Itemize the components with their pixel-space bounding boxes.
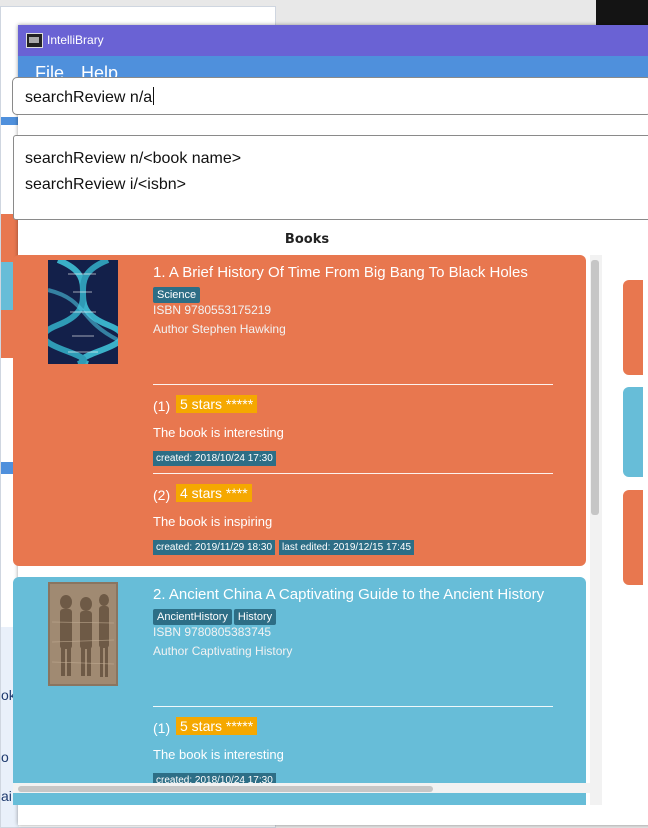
book-card[interactable]: 1. A Brief History Of Time From Big Bang… xyxy=(13,255,586,566)
book-cover-relief-image xyxy=(48,582,118,686)
review-dates: created: 2019/11/29 18:30 last edited: 20… xyxy=(153,537,418,555)
star-rating: 5 stars ***** xyxy=(176,717,258,735)
window-title: IntelliBrary xyxy=(47,33,104,47)
bg-stripe xyxy=(1,117,19,125)
book-card[interactable]: 2. Ancient China A Captivating Guide to … xyxy=(13,577,586,805)
review-index: (1) xyxy=(153,720,171,736)
side-card[interactable] xyxy=(623,387,643,477)
review-index: (2) xyxy=(153,487,171,503)
review-text: The book is inspiring xyxy=(153,514,273,529)
review-dates: created: 2018/10/24 17:30 xyxy=(153,448,280,466)
result-line: searchReview i/<isbn> xyxy=(25,176,186,193)
tag-list: Science xyxy=(153,285,202,303)
book-title: 1. A Brief History Of Time From Big Bang… xyxy=(153,264,528,281)
side-card[interactable] xyxy=(623,280,643,375)
review-separator xyxy=(153,384,553,385)
created-date: created: 2019/11/29 18:30 xyxy=(153,540,276,555)
tag: History xyxy=(233,609,277,625)
books-panel-label: Books xyxy=(284,232,330,247)
command-input[interactable]: searchReview n/a xyxy=(12,77,648,115)
book-isbn: ISBN 9780553175219 xyxy=(153,303,272,317)
text-caret xyxy=(153,87,155,105)
star-rating: 4 stars **** xyxy=(176,484,252,502)
tag: AncientHistory xyxy=(153,609,232,625)
review-separator xyxy=(153,473,553,474)
tag: Science xyxy=(153,287,201,303)
app-icon xyxy=(26,33,43,48)
result-line: searchReview n/<book name> xyxy=(25,150,242,167)
book-isbn: ISBN 9780805383745 xyxy=(153,625,272,639)
created-date: created: 2018/10/24 17:30 xyxy=(153,451,276,466)
vertical-scrollbar-thumb[interactable] xyxy=(591,260,599,515)
result-display: searchReview n/<book name> searchReview … xyxy=(13,135,648,220)
star-rating: 5 stars ***** xyxy=(176,395,258,413)
review-index: (1) xyxy=(153,398,171,414)
book-author: Author Stephen Hawking xyxy=(153,322,286,336)
horizontal-scrollbar-thumb[interactable] xyxy=(18,786,433,792)
book-title: 2. Ancient China A Captivating Guide to … xyxy=(153,586,545,603)
tag-list: AncientHistory History xyxy=(153,607,278,625)
book-author: Author Captivating History xyxy=(153,644,293,658)
book-list[interactable]: 1. A Brief History Of Time From Big Bang… xyxy=(13,255,603,805)
book-cover-dna-image xyxy=(48,260,118,364)
side-card[interactable] xyxy=(623,490,643,585)
edited-date: last edited: 2019/12/15 17:45 xyxy=(279,540,415,555)
bg-text: ai xyxy=(1,788,12,804)
review-text: The book is interesting xyxy=(153,425,284,440)
review-separator xyxy=(153,706,553,707)
command-text: searchReview n/a xyxy=(25,89,153,106)
title-bar[interactable]: IntelliBrary xyxy=(18,25,648,56)
review-text: The book is interesting xyxy=(153,747,284,762)
